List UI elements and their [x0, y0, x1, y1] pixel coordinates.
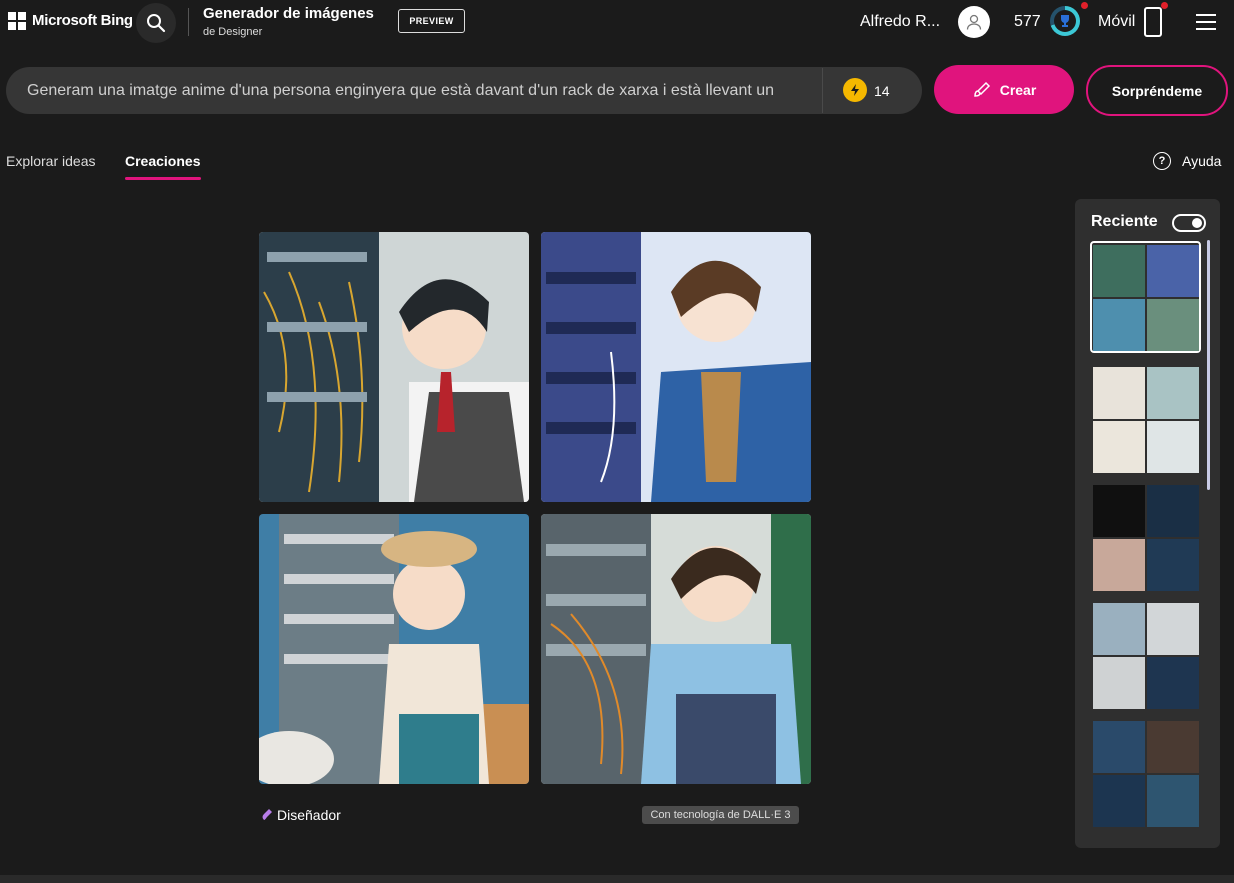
- help-icon[interactable]: ?: [1153, 152, 1171, 170]
- recent-thumb[interactable]: [1093, 721, 1145, 773]
- boost-icon[interactable]: [843, 78, 867, 102]
- recent-thumb[interactable]: [1147, 539, 1199, 591]
- generated-image-4[interactable]: [541, 514, 811, 784]
- mobile-label[interactable]: Móvil: [1098, 13, 1135, 31]
- rewards-points[interactable]: 577: [1014, 13, 1041, 31]
- search-icon: [147, 14, 166, 33]
- recent-thumb[interactable]: [1147, 485, 1199, 537]
- app-title[interactable]: Generador de imágenes: [203, 5, 374, 22]
- active-tab-indicator: [125, 177, 201, 180]
- tab-creations[interactable]: Creaciones: [125, 153, 200, 169]
- recent-thumb[interactable]: [1093, 657, 1145, 709]
- recent-thumb[interactable]: [1093, 421, 1145, 473]
- recent-thumb[interactable]: [1093, 603, 1145, 655]
- search-button[interactable]: [136, 3, 176, 43]
- preview-badge: PREVIEW: [398, 9, 465, 33]
- notification-dot: [1081, 2, 1088, 9]
- recent-thumb[interactable]: [1093, 539, 1145, 591]
- recent-thumb[interactable]: [1147, 603, 1199, 655]
- designer-logo-icon: [262, 809, 272, 820]
- hamburger-menu-icon[interactable]: [1196, 14, 1216, 30]
- app-subtitle: de Designer: [203, 26, 263, 38]
- recent-toggle[interactable]: [1172, 214, 1206, 232]
- generated-image-1[interactable]: [259, 232, 529, 502]
- brush-icon: [973, 81, 990, 97]
- recent-thumb[interactable]: [1093, 299, 1145, 351]
- microsoft-logo-icon: [8, 12, 26, 30]
- avatar[interactable]: [958, 6, 990, 38]
- recent-thumb[interactable]: [1147, 299, 1199, 351]
- notification-dot: [1161, 2, 1168, 9]
- prompt-text[interactable]: Generam una imatge anime d'una persona e…: [27, 82, 787, 100]
- generated-image-2[interactable]: [541, 232, 811, 502]
- designer-text: Diseñador: [277, 807, 341, 823]
- recent-thumb[interactable]: [1093, 367, 1145, 419]
- help-link[interactable]: Ayuda: [1182, 153, 1221, 169]
- generated-image-3[interactable]: [259, 514, 529, 784]
- sidebar-scrollbar[interactable]: [1207, 240, 1210, 490]
- recent-thumb[interactable]: [1147, 775, 1199, 827]
- user-name[interactable]: Alfredo R...: [860, 13, 940, 31]
- dalle-badge: Con tecnología de DALL·E 3: [642, 806, 799, 824]
- recent-thumb[interactable]: [1093, 775, 1145, 827]
- phone-icon[interactable]: [1144, 7, 1162, 37]
- brand-name[interactable]: Microsoft Bing: [32, 12, 133, 29]
- header-divider: [188, 8, 189, 36]
- page-bottom-bar: [0, 875, 1234, 883]
- recent-thumb[interactable]: [1147, 367, 1199, 419]
- recent-thumb[interactable]: [1147, 421, 1199, 473]
- create-button[interactable]: Crear: [934, 65, 1074, 114]
- create-label: Crear: [999, 81, 1037, 98]
- surprise-label: Sorpréndeme: [1111, 82, 1203, 99]
- recent-thumb[interactable]: [1147, 721, 1199, 773]
- prompt-divider: [822, 68, 823, 113]
- user-icon: [966, 14, 982, 30]
- surprise-button[interactable]: Sorpréndeme: [1086, 65, 1228, 116]
- recent-thumb[interactable]: [1093, 485, 1145, 537]
- recent-thumb[interactable]: [1093, 245, 1145, 297]
- recent-thumb[interactable]: [1147, 245, 1199, 297]
- recent-thumb[interactable]: [1147, 657, 1199, 709]
- recent-title: Reciente: [1091, 213, 1158, 230]
- boost-count: 14: [874, 83, 890, 99]
- designer-label[interactable]: Diseñador: [260, 807, 341, 823]
- rewards-trophy-icon[interactable]: [1050, 6, 1080, 36]
- tab-explore[interactable]: Explorar ideas: [6, 153, 96, 169]
